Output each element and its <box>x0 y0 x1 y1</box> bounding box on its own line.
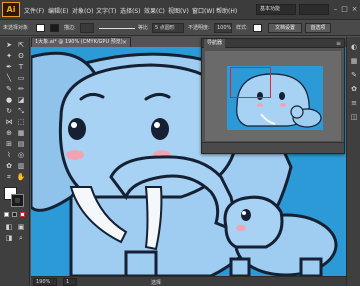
gradient-icon[interactable]: ▤ <box>16 140 26 149</box>
menu-effect[interactable]: 效果(C) <box>144 6 165 15</box>
navigator-zoom-bar[interactable] <box>202 142 344 153</box>
pencil-icon[interactable]: ✏ <box>16 85 26 94</box>
blend-icon[interactable]: ◎ <box>16 151 26 160</box>
none-color-icon[interactable] <box>20 212 25 217</box>
layers-panel-icon[interactable]: ◫ <box>350 113 358 121</box>
current-tool-label: 选择 <box>151 280 162 286</box>
maximize-button[interactable]: □ <box>340 4 349 14</box>
direct-selection-tool-icon[interactable]: ⇱ <box>16 41 26 50</box>
menu-help[interactable]: 帮助(H) <box>216 6 237 15</box>
symbols-panel-icon[interactable]: ✿ <box>350 85 358 93</box>
workspace-label: 基本功能 <box>260 6 281 12</box>
shape-builder-icon[interactable]: ⊕ <box>4 129 14 138</box>
stroke-label: 描边: <box>64 25 76 31</box>
perspective-grid-icon[interactable]: ▦ <box>16 129 26 138</box>
navigator-header: 导航器 ≡ <box>202 39 344 48</box>
brush-definition-select[interactable]: 5 点圆形 <box>152 23 184 33</box>
opacity-input[interactable]: 100% <box>214 23 232 33</box>
artboard-number-field[interactable]: 1 <box>63 278 77 286</box>
swap-colors-icon[interactable] <box>12 212 17 217</box>
rectangle-icon[interactable]: ▭ <box>16 74 26 83</box>
panel-menu-icon[interactable]: ≡ <box>336 39 341 48</box>
workspace-switcher[interactable]: 基本功能 <box>256 4 296 15</box>
brush-uniform-label: 等比 <box>138 25 149 31</box>
paintbrush-icon[interactable]: ✎ <box>4 85 14 94</box>
draw-normal-icon[interactable]: ◧ <box>4 223 14 232</box>
menu-file[interactable]: 文件(F) <box>24 6 44 15</box>
symbol-sprayer-icon[interactable]: ✿ <box>4 162 14 171</box>
scale-icon[interactable]: ⤡ <box>16 107 26 116</box>
stroke-weight-input[interactable] <box>80 23 94 33</box>
close-tab-icon[interactable]: × <box>122 38 127 47</box>
line-icon[interactable]: ╲ <box>4 74 14 83</box>
control-bar: 未选择对象 描边: 等比 5 点圆形 不透明度: 100% 样式: 文档设置 首… <box>0 20 360 36</box>
default-colors-icon[interactable] <box>4 212 9 217</box>
type-icon[interactable]: T <box>16 63 26 72</box>
navigator-panel[interactable]: 导航器 ≡ <box>201 38 345 154</box>
preferences-button[interactable]: 首选项 <box>305 23 331 33</box>
eraser-icon[interactable]: ◪ <box>16 96 26 105</box>
menu-window[interactable]: 窗口(W) <box>192 6 215 15</box>
close-window-button[interactable]: × <box>350 4 359 14</box>
width-icon[interactable]: ⋈ <box>4 118 14 127</box>
zoom-icon[interactable]: ⌕ <box>16 234 26 243</box>
blob-brush-icon[interactable]: ● <box>4 96 14 105</box>
style-label: 样式: <box>236 25 248 31</box>
zoom-level-field[interactable]: 190% <box>33 278 57 286</box>
lasso-icon[interactable]: ʘ <box>16 52 26 61</box>
magic-wand-icon[interactable]: ✦ <box>4 52 14 61</box>
graphic-style-swatch[interactable] <box>253 24 262 32</box>
stroke-color-swatch[interactable] <box>50 24 59 32</box>
menu-select[interactable]: 选择(S) <box>120 6 141 15</box>
menu-view[interactable]: 视图(V) <box>168 6 189 15</box>
collapsed-panels-dock: ◐ ▦ ✎ ✿ ≡ ◫ <box>346 37 360 286</box>
hand-icon[interactable]: ✋ <box>16 173 26 182</box>
stroke-color-box[interactable] <box>11 194 24 207</box>
variable-width-profile[interactable] <box>99 28 135 29</box>
menu-type[interactable]: 文字(T) <box>96 6 116 15</box>
screen-mode-icon[interactable]: ▣ <box>16 223 26 232</box>
rotate-icon[interactable]: ↻ <box>4 107 14 116</box>
swatches-panel-icon[interactable]: ▦ <box>350 57 358 65</box>
eyedropper-icon[interactable]: ⌇ <box>4 151 14 160</box>
draw-inside-icon[interactable]: ◨ <box>4 234 14 243</box>
document-title: 1大象.ai* @ 190% (CMYK/GPU 预览) <box>35 39 123 45</box>
column-graph-icon[interactable]: ▥ <box>16 162 26 171</box>
menu-object[interactable]: 对象(O) <box>72 6 93 15</box>
search-help-field[interactable] <box>299 4 329 15</box>
brushes-panel-icon[interactable]: ✎ <box>350 71 358 79</box>
document-tab[interactable]: 1大象.ai* @ 190% (CMYK/GPU 预览) × <box>31 37 131 47</box>
menu-edit[interactable]: 编辑(E) <box>48 6 68 15</box>
color-panel-icon[interactable]: ◐ <box>350 43 358 51</box>
navigator-view-box[interactable] <box>230 67 271 98</box>
mesh-icon[interactable]: ⊞ <box>4 140 14 149</box>
selection-tool-icon[interactable]: ➤ <box>4 41 14 50</box>
artboard-icon[interactable]: ⌗ <box>4 173 14 182</box>
pen-icon[interactable]: ✒ <box>4 63 14 72</box>
selection-status: 未选择对象 <box>3 25 29 31</box>
stroke-panel-icon[interactable]: ≡ <box>350 99 358 107</box>
opacity-label: 不透明度: <box>188 25 210 31</box>
navigator-tab[interactable]: 导航器 <box>204 39 226 48</box>
navigator-preview[interactable] <box>205 51 341 141</box>
app-logo: Ai <box>2 2 20 17</box>
fill-color-swatch[interactable] <box>36 24 45 32</box>
tools-panel: ➤ ⇱ ✦ ʘ ✒ T ╲ ▭ ✎ ✏ ● ◪ ↻ ⤡ ⋈ ⬚ ⊕ ▦ ⊞ ▤ … <box>0 37 30 286</box>
document-setup-button[interactable]: 文档设置 <box>268 23 302 33</box>
minimize-button[interactable]: – <box>331 4 340 14</box>
menu-bar: Ai 文件(F) 编辑(E) 对象(O) 文字(T) 选择(S) 效果(C) 视… <box>0 0 360 20</box>
status-bar: 190% 1 选择 <box>31 276 346 286</box>
free-transform-icon[interactable]: ⬚ <box>16 118 26 127</box>
